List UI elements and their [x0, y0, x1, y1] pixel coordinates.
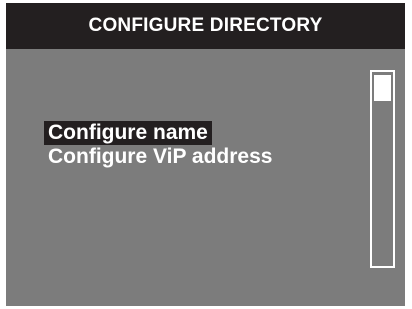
title-bar: CONFIGURE DIRECTORY: [6, 3, 405, 49]
device-screen: CONFIGURE DIRECTORY Configure name Confi…: [6, 3, 405, 306]
scrollbar[interactable]: [370, 70, 395, 268]
menu-item-configure-name[interactable]: Configure name: [44, 121, 212, 145]
scroll-thumb[interactable]: [374, 75, 391, 101]
menu-item-row-configure-vip-address: Configure ViP address: [44, 145, 276, 169]
menu-item-configure-vip-address[interactable]: Configure ViP address: [44, 145, 276, 169]
page-title: CONFIGURE DIRECTORY: [88, 15, 323, 36]
menu-list: Configure name Configure ViP address: [44, 121, 276, 169]
menu-item-row-configure-name: Configure name: [44, 121, 276, 145]
